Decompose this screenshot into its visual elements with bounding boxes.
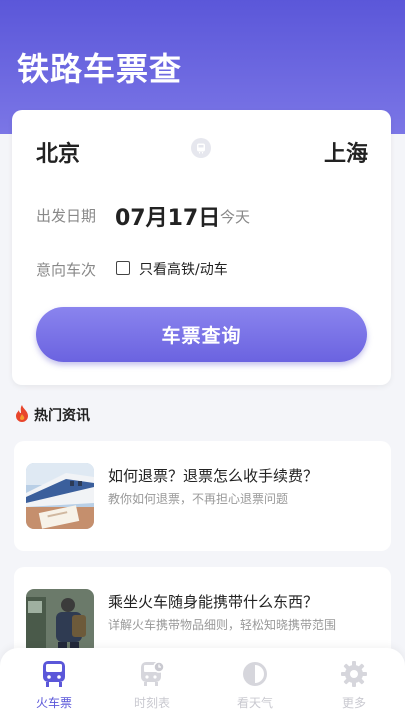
high-speed-only-label[interactable]: 只看高铁/动车 — [139, 259, 228, 279]
weather-icon — [241, 660, 269, 688]
schedule-icon — [138, 660, 166, 688]
bottom-tab-bar: 火车票 时刻表 看天气 更多 — [0, 648, 405, 720]
tab-label: 时刻表 — [133, 696, 170, 710]
train-icon — [40, 660, 68, 688]
news-subtitle: 详解火车携带物品细则，轻松知晓携带范围 — [108, 618, 337, 632]
swap-stations-button[interactable] — [191, 138, 211, 158]
date-label: 出发日期 — [36, 207, 97, 225]
search-tickets-button[interactable]: 车票查询 — [36, 307, 367, 362]
tab-train-tickets[interactable]: 火车票 — [24, 660, 84, 711]
flame-icon — [14, 404, 30, 426]
tab-weather[interactable]: 看天气 — [225, 660, 285, 711]
high-speed-only-checkbox[interactable] — [116, 261, 130, 275]
tab-schedule[interactable]: 时刻表 — [122, 660, 182, 711]
tab-label: 看天气 — [236, 696, 273, 710]
news-title: 如何退票？退票怎么收手续费？ — [108, 467, 319, 485]
news-title: 乘坐火车随身能携带什么东西？ — [108, 593, 319, 611]
tab-more[interactable]: 更多 — [324, 660, 384, 711]
tab-label: 更多 — [341, 696, 366, 710]
date-value[interactable]: 07月17日 — [115, 200, 220, 232]
news-card[interactable]: 如何退票？退票怎么收手续费？ 教你如何退票，不再担心退票问题 — [14, 441, 391, 551]
page-title: 铁路车票查 — [17, 50, 183, 88]
to-city[interactable]: 上海 — [324, 136, 368, 168]
gear-icon — [340, 660, 368, 688]
tab-label: 火车票 — [35, 696, 72, 710]
date-hint: 今天 — [220, 208, 251, 226]
news-thumbnail — [26, 589, 94, 655]
swap-icon — [195, 139, 207, 158]
from-city[interactable]: 北京 — [36, 136, 80, 168]
news-thumbnail — [26, 463, 94, 529]
news-section-title: 热门资讯 — [34, 408, 90, 424]
news-section-header: 热门资讯 — [14, 404, 90, 426]
train-type-label: 意向车次 — [36, 261, 97, 279]
ticket-search-card: 北京 上海 出发日期 07月17日 今天 意向车次 只看高铁/动车 车票查询 — [12, 110, 391, 385]
news-subtitle: 教你如何退票，不再担心退票问题 — [108, 492, 289, 506]
